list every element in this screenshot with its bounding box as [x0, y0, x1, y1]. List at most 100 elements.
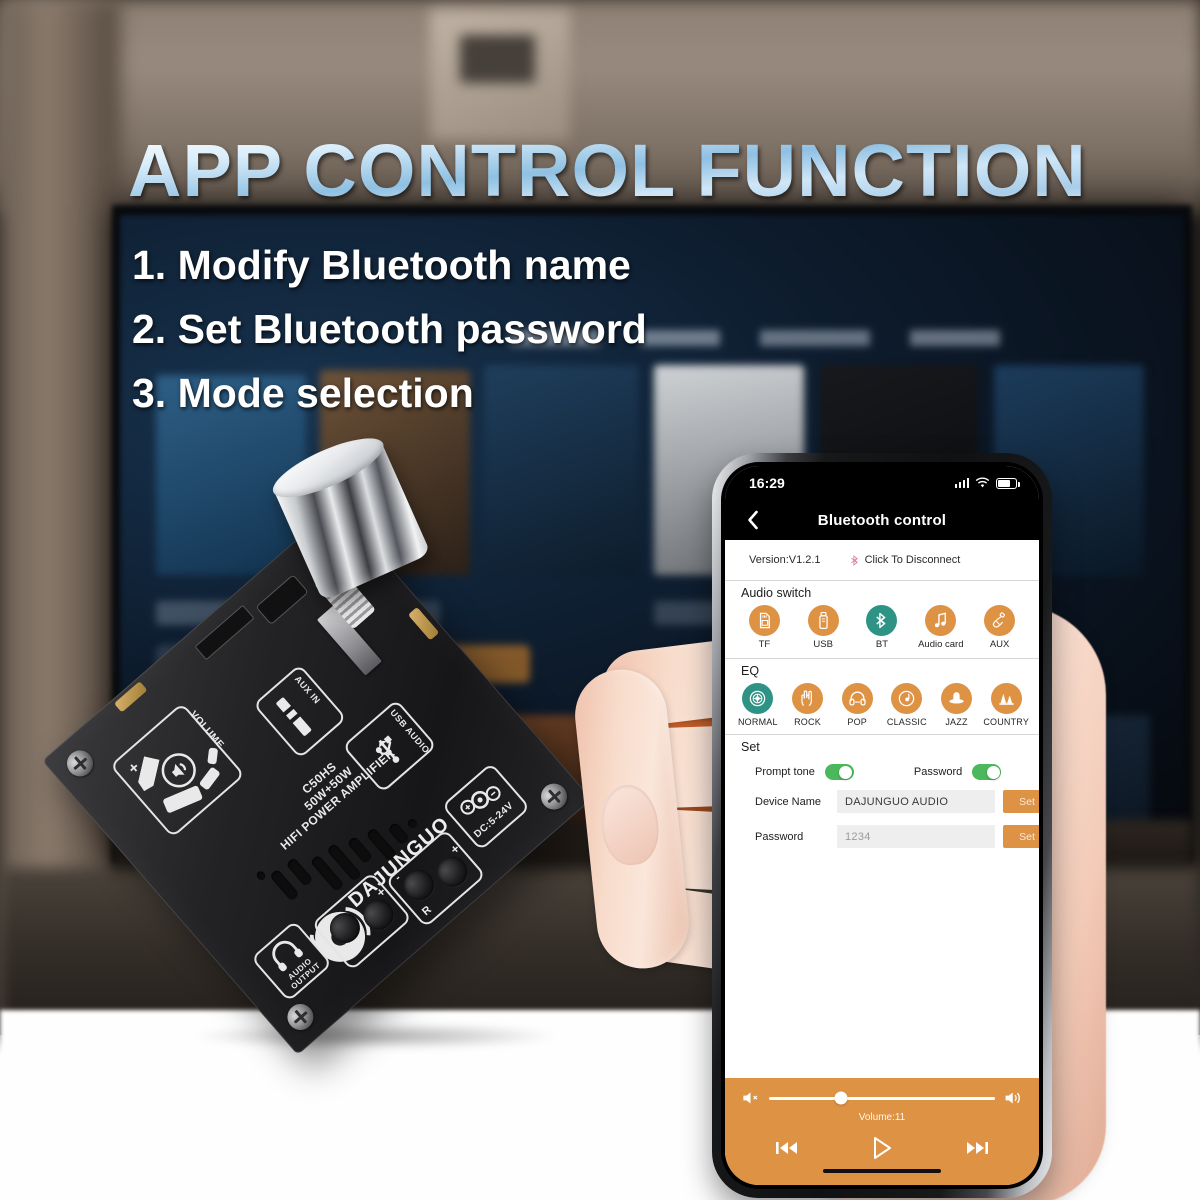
prompt-tone-label: Prompt tone: [755, 766, 815, 778]
promo-text-block: APP CONTROL FUNCTION 1. Modify Bluetooth…: [0, 0, 1200, 430]
password-toggle[interactable]: [972, 764, 1002, 780]
eq-row: NORMAL ROCK POP CLASSIC JAZZ COUNTRY: [725, 680, 1039, 734]
vinyl-disc-glyph: [899, 690, 915, 707]
eq-label: CLASSIC: [886, 717, 927, 727]
usb-drive-glyph: [818, 611, 828, 630]
eq-country[interactable]: COUNTRY: [981, 683, 1031, 727]
headphones-icon: [841, 683, 873, 714]
previous-track-icon: [776, 1142, 797, 1154]
app-content: Version:V1.2.1 Click To Disconnect Audio…: [725, 540, 1039, 1078]
audio-source-bt[interactable]: BT: [853, 605, 912, 650]
eq-pop[interactable]: POP: [832, 683, 882, 727]
eq-label: COUNTRY: [983, 717, 1030, 727]
status-bar: 16:29: [725, 466, 1039, 500]
vinyl-disc-icon: [891, 683, 923, 714]
device-name-row: Device Name Set: [725, 784, 1039, 819]
bluetooth-link-icon: [850, 554, 858, 566]
rock-hand-icon: [792, 683, 823, 714]
aux-cable-glyph: [992, 612, 1005, 628]
headphones-glyph: [849, 691, 866, 706]
disconnect-button[interactable]: Click To Disconnect: [849, 554, 960, 567]
target-icon: [742, 683, 774, 714]
eq-title: EQ: [741, 664, 760, 678]
music-note-icon: [925, 605, 957, 636]
board-drop-shadow: [195, 1023, 555, 1049]
set-title: Set: [741, 740, 760, 754]
audio-switch-row: TF USB BT Audio card AUX: [725, 602, 1039, 658]
previous-track-button[interactable]: [775, 1140, 799, 1156]
eq-section: EQ NORMAL ROCK POP CLASSIC JAZZ COUNTRY: [725, 659, 1039, 735]
player-bar: Volume:11: [725, 1078, 1039, 1185]
password-row: Password Set: [725, 819, 1039, 854]
signal-bars-icon: [954, 478, 969, 488]
password-set-button[interactable]: Set: [1003, 825, 1039, 848]
rock-hand-glyph: [801, 690, 812, 707]
volume-row: [741, 1090, 1023, 1106]
password-toggle-label: Password: [913, 766, 963, 778]
eq-jazz[interactable]: JAZZ: [932, 683, 982, 727]
audio-switch-section: Audio switch TF USB BT Audio card AUX: [725, 581, 1039, 659]
audio-switch-title: Audio switch: [741, 586, 812, 600]
feature-item-2: 2. Set Bluetooth password: [132, 306, 647, 352]
fedora-hat-icon: [941, 683, 973, 714]
audio-source-label: AUX: [989, 639, 1010, 650]
home-indicator: [823, 1169, 941, 1173]
music-note-glyph: [935, 612, 947, 628]
phone-bezel: 16:29 Bluetooth control Version:V1.2.1 C…: [721, 462, 1043, 1189]
device-name-input[interactable]: [837, 790, 995, 813]
next-track-button[interactable]: [965, 1140, 989, 1156]
aux-cable-icon: [984, 605, 1016, 636]
eq-label: ROCK: [794, 717, 821, 727]
speaker-on-icon[interactable]: [1004, 1090, 1023, 1106]
play-button[interactable]: [872, 1137, 892, 1159]
version-text: Version:V1.2.1: [749, 554, 821, 566]
audio-source-label: BT: [875, 639, 889, 650]
volume-value-label: Volume:11: [858, 1112, 906, 1123]
volume-slider[interactable]: [769, 1091, 995, 1105]
back-chevron-glyph: [747, 510, 758, 530]
play-icon: [874, 1137, 891, 1159]
audio-source-label: TF: [758, 639, 771, 650]
trees-glyph: [999, 693, 1014, 705]
version-row: Version:V1.2.1 Click To Disconnect: [725, 540, 1039, 580]
bluetooth-glyph: [876, 612, 886, 629]
audio-source-tf[interactable]: TF: [735, 605, 794, 650]
eq-normal[interactable]: NORMAL: [733, 683, 783, 727]
smartphone: 16:29 Bluetooth control Version:V1.2.1 C…: [712, 453, 1052, 1198]
audio-source-audio-card[interactable]: Audio card: [911, 605, 970, 650]
sd-card-glyph: [759, 612, 770, 629]
volume-segment: [207, 747, 219, 765]
eq-label: NORMAL: [737, 717, 778, 727]
speaker-mute-icon[interactable]: [741, 1090, 760, 1106]
sd-card-icon: [748, 605, 780, 636]
eq-rock[interactable]: ROCK: [783, 683, 833, 727]
target-glyph: [750, 690, 766, 707]
set-section: Set Prompt tone Password Device Name DAJ…: [725, 735, 1039, 854]
password-input[interactable]: [837, 825, 995, 848]
version-section: Version:V1.2.1 Click To Disconnect: [725, 540, 1039, 581]
transport-controls: [741, 1123, 1023, 1165]
usb-drive-icon: [807, 605, 839, 636]
device-name-label: Device Name: [755, 795, 822, 808]
audio-source-aux[interactable]: AUX: [970, 605, 1029, 650]
device-name-set-button[interactable]: Set: [1003, 790, 1039, 813]
audio-source-label: Audio card: [918, 639, 964, 650]
page-title: Bluetooth control: [817, 511, 947, 529]
phone-screen: 16:29 Bluetooth control Version:V1.2.1 C…: [725, 466, 1039, 1185]
eq-label: POP: [847, 717, 867, 727]
set-block: Prompt tone Password Device Name Set: [725, 756, 1039, 854]
eq-label: JAZZ: [945, 717, 968, 727]
prompt-tone-toggle[interactable]: [824, 764, 854, 780]
app-navbar: Bluetooth control: [725, 500, 1039, 540]
volume-slider-handle[interactable]: [834, 1091, 848, 1105]
next-track-icon: [967, 1142, 988, 1154]
battery-icon: [996, 477, 1020, 489]
eq-classic[interactable]: CLASSIC: [882, 683, 932, 727]
page-title: APP CONTROL FUNCTION: [128, 129, 1087, 212]
volume-knob-top: [266, 426, 391, 509]
fedora-hat-glyph: [949, 692, 964, 704]
feature-list: 1. Modify Bluetooth name 2. Set Bluetoot…: [132, 233, 647, 425]
audio-source-usb[interactable]: USB: [794, 605, 853, 650]
status-time: 16:29: [749, 475, 785, 491]
back-chevron-icon[interactable]: [741, 509, 763, 531]
